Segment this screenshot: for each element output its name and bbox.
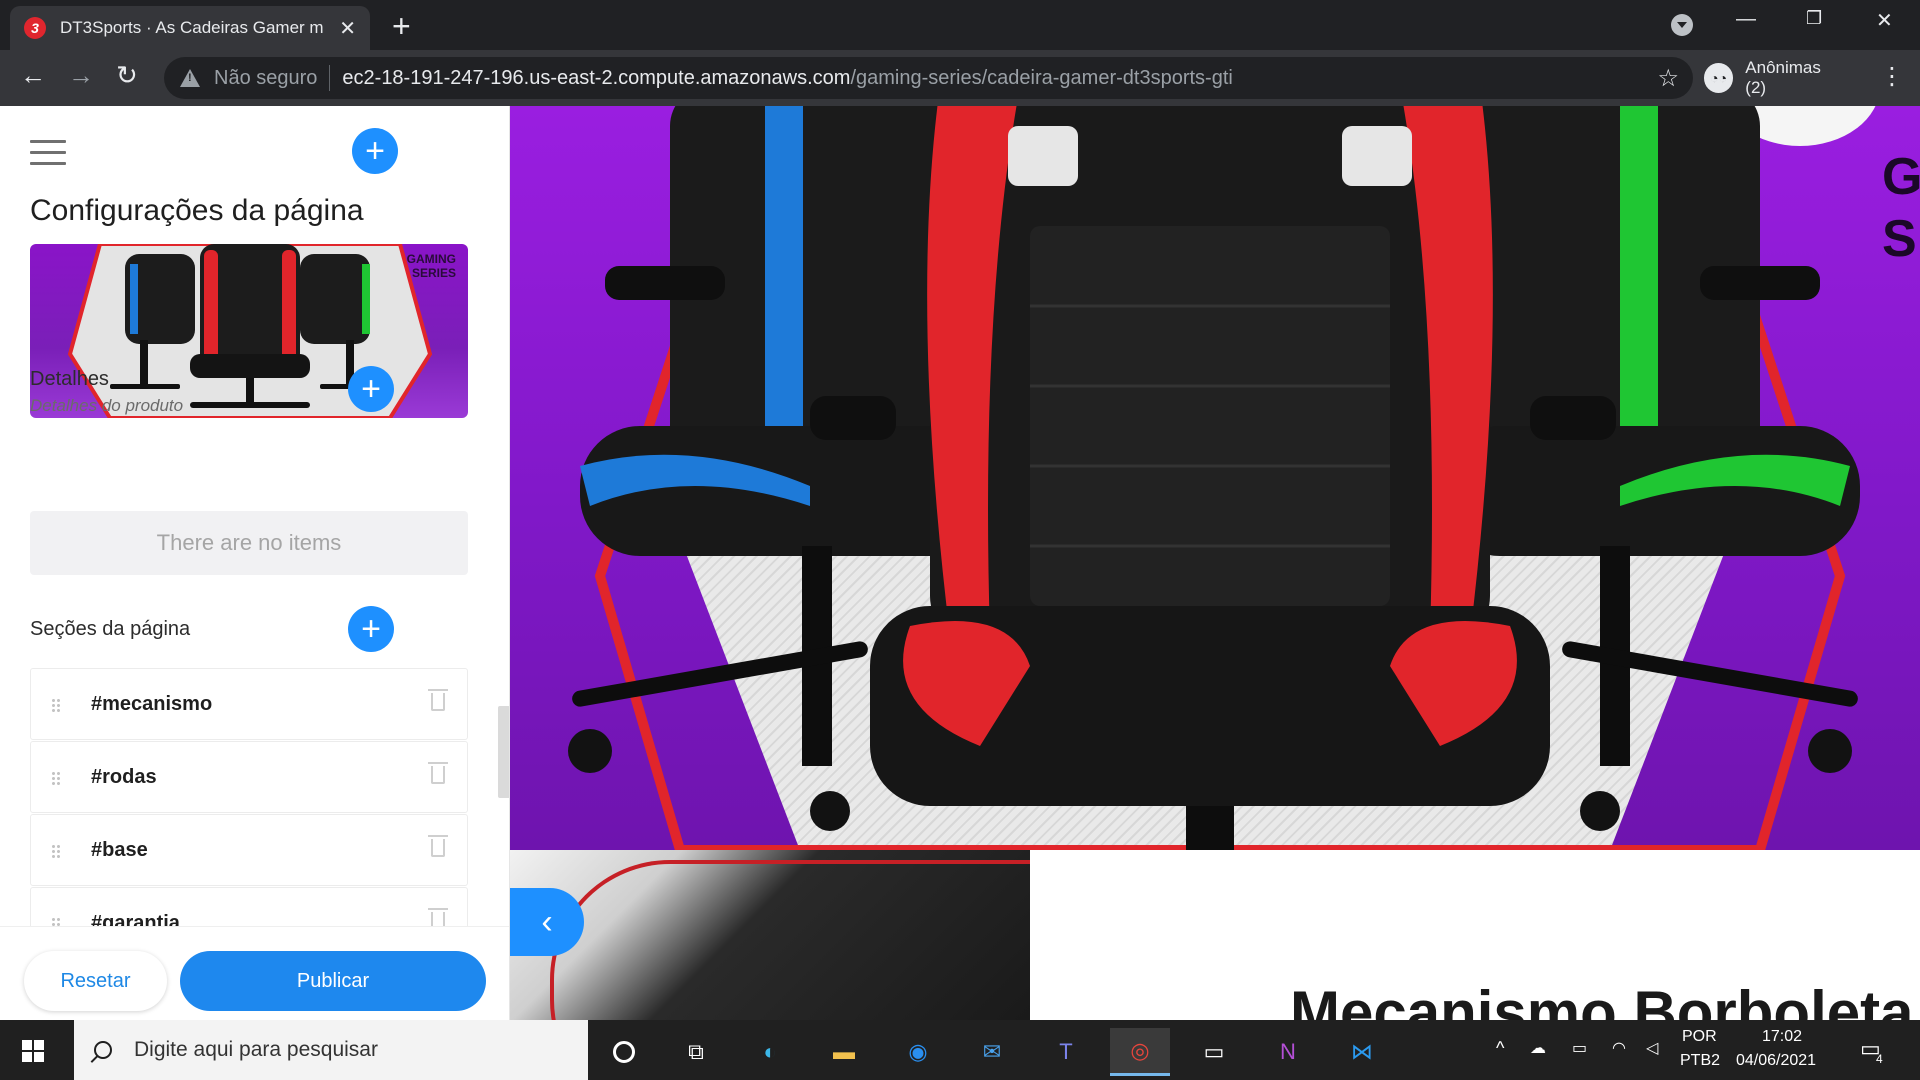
vscode-icon[interactable]: ⋈: [1332, 1028, 1392, 1076]
windows-start-icon[interactable]: [22, 1040, 44, 1062]
panel-scrollbar[interactable]: [498, 706, 509, 798]
tab-close-icon[interactable]: ✕: [339, 16, 356, 41]
browser-menu-icon[interactable]: ⋮: [1880, 62, 1904, 91]
browser-tab[interactable]: 3 DT3Sports · As Cadeiras Gamer m ✕: [10, 6, 370, 50]
hamburger-menu-icon[interactable]: [30, 140, 66, 173]
reload-icon[interactable]: ↻: [116, 60, 138, 91]
collapse-panel-button[interactable]: ‹: [510, 888, 584, 956]
restore-icon[interactable]: ❐: [1806, 8, 1822, 29]
details-label: Detalhes: [30, 368, 109, 390]
section-label: #mecanismo: [91, 692, 213, 715]
language-top[interactable]: POR: [1682, 1028, 1717, 1046]
product-thumbnail[interactable]: GAMING SERIES: [30, 244, 468, 418]
clock-date[interactable]: 04/06/2021: [1736, 1052, 1816, 1070]
screen: 3 DT3Sports · As Cadeiras Gamer m ✕ + — …: [0, 0, 1920, 1080]
tab-search-icon[interactable]: [1671, 14, 1693, 36]
edge-icon[interactable]: ◐: [740, 1028, 800, 1076]
minimize-icon[interactable]: —: [1736, 8, 1756, 31]
panel-footer: Resetar Publicar: [0, 926, 509, 1020]
details-empty-state: There are no items: [30, 511, 468, 575]
forward-arrow-icon[interactable]: →: [68, 60, 94, 91]
thumbnail-series-text: GAMING SERIES: [406, 252, 456, 280]
hero-chairs-image: [568, 106, 1860, 850]
add-page-button[interactable]: +: [352, 128, 398, 174]
incognito-icon: ◔◔: [1704, 63, 1734, 93]
url-separator: [329, 65, 331, 91]
not-secure-label: Não seguro: [214, 66, 318, 89]
volume-icon[interactable]: ◁: [1646, 1038, 1658, 1058]
onenote-icon[interactable]: N: [1258, 1028, 1318, 1076]
warning-icon: [180, 69, 200, 87]
remote-desktop-icon[interactable]: ◉: [888, 1028, 948, 1076]
back-arrow-icon[interactable]: ←: [20, 60, 46, 91]
tab-title: DT3Sports · As Cadeiras Gamer m: [60, 18, 324, 37]
section-row[interactable]: #rodas: [30, 741, 468, 813]
chrome-icon[interactable]: ◎: [1110, 1028, 1170, 1076]
section-heading: Mecanismo Borboleta: [1290, 979, 1914, 1020]
taskbar-search-box[interactable]: Digite aqui para pesquisar: [74, 1020, 588, 1080]
window-close-icon[interactable]: ✕: [1876, 8, 1893, 33]
sections-list: #mecanismo #rodas #base #garantia: [30, 668, 468, 960]
terminal-icon[interactable]: ▭: [1184, 1028, 1244, 1076]
new-tab-button[interactable]: +: [392, 8, 411, 45]
mechanism-photo: [510, 850, 1030, 1020]
publish-button[interactable]: Publicar: [180, 951, 486, 1011]
mail-icon[interactable]: ✉: [962, 1028, 1022, 1076]
trash-icon[interactable]: [428, 835, 448, 857]
add-detail-button[interactable]: +: [348, 366, 394, 412]
section-label: #base: [91, 838, 148, 861]
favicon-icon: 3: [24, 17, 46, 39]
tray-chevron-icon[interactable]: ^: [1496, 1038, 1504, 1059]
drag-handle-icon[interactable]: [51, 698, 61, 712]
config-panel: + Configurações da página GAMING SERIES …: [0, 106, 510, 1020]
language-bottom[interactable]: PTB2: [1680, 1052, 1720, 1070]
panel-title: Configurações da página: [30, 194, 364, 227]
battery-icon[interactable]: ▭: [1572, 1038, 1587, 1058]
url-host: ec2-18-191-247-196.us-east-2.compute.ama…: [342, 66, 851, 89]
drag-handle-icon[interactable]: [51, 771, 61, 785]
incognito-label: Anônimas (2): [1745, 58, 1821, 97]
browser-tabstrip: 3 DT3Sports · As Cadeiras Gamer m ✕ + — …: [0, 0, 1920, 50]
sections-label: Seções da página: [30, 618, 191, 640]
search-placeholder: Digite aqui para pesquisar: [134, 1038, 378, 1061]
hero-banner: GAS: [510, 106, 1920, 850]
section-label: #rodas: [91, 765, 157, 788]
notification-count: 4: [1876, 1052, 1883, 1066]
reset-button[interactable]: Resetar: [24, 951, 167, 1011]
cortana-icon[interactable]: [594, 1028, 654, 1076]
file-explorer-icon[interactable]: ▬: [814, 1028, 874, 1076]
clock-time[interactable]: 17:02: [1762, 1028, 1802, 1046]
drag-handle-icon[interactable]: [51, 844, 61, 858]
bookmark-star-icon[interactable]: ☆: [1657, 64, 1679, 93]
add-section-button[interactable]: +: [348, 606, 394, 652]
address-bar[interactable]: Não seguro ec2-18-191-247-196.us-east-2.…: [164, 57, 1693, 99]
search-icon: [94, 1041, 112, 1059]
task-view-icon[interactable]: ⧉: [666, 1028, 726, 1076]
section-row[interactable]: #base: [30, 814, 468, 886]
wifi-icon[interactable]: ◠: [1612, 1038, 1626, 1058]
mechanism-photo-stitch: [550, 860, 1030, 1020]
windows-taskbar: Digite aqui para pesquisar ⧉ ◐ ▬ ◉ ✉ T ◎…: [0, 1020, 1920, 1080]
trash-icon[interactable]: [428, 689, 448, 711]
page-preview: GAS: [510, 106, 1920, 1020]
incognito-profile-button[interactable]: ◔◔ Anônimas (2): [1694, 57, 1854, 99]
thumbnail-chairs-image: [67, 244, 433, 418]
section-row[interactable]: #mecanismo: [30, 668, 468, 740]
url-path: /gaming-series/cadeira-gamer-dt3sports-g…: [850, 66, 1233, 89]
trash-icon[interactable]: [428, 762, 448, 784]
details-sublabel: Detalhes do produto: [30, 396, 184, 415]
onedrive-icon[interactable]: ☁: [1530, 1038, 1546, 1058]
teams-icon[interactable]: T: [1036, 1028, 1096, 1076]
browser-toolbar: ← → ↻ Não seguro ec2-18-191-247-196.us-e…: [0, 50, 1920, 106]
